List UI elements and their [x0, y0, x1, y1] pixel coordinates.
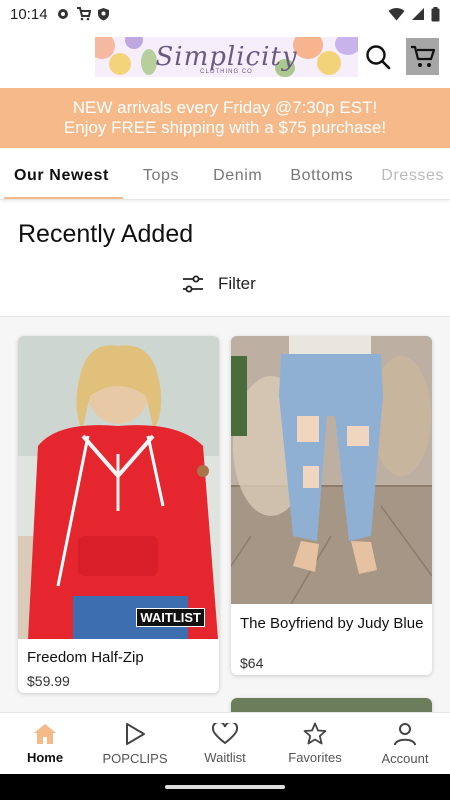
product-card-boyfriend-judy-blue[interactable]: The Boyfriend by Judy Blue $64 [231, 336, 432, 675]
nav-waitlist-label: Waitlist [204, 749, 246, 765]
product-price: $64 [240, 655, 264, 671]
filter-button[interactable]: Filter [182, 270, 256, 298]
star-icon [303, 722, 327, 745]
product-price: $59.99 [27, 673, 70, 689]
brand-logo-text: Simplicity [155, 42, 298, 72]
product-photo-distressed-jeans [231, 336, 432, 604]
bottom-navigation: Home POPCLIPS Waitlist Favorites Account [0, 712, 450, 774]
promo-line-2: Enjoy FREE shipping with a $75 purchase! [63, 118, 387, 137]
wifi-icon [388, 7, 405, 21]
promo-banner[interactable]: NEW arrivals every Friday @7:30p EST! En… [0, 88, 450, 148]
settings-gear-icon [57, 9, 68, 19]
home-icon [34, 723, 56, 744]
nav-account-label: Account [381, 750, 429, 766]
tab-bottoms[interactable]: Bottoms [276, 152, 367, 199]
tab-our-newest[interactable]: Our Newest [0, 152, 123, 199]
brand-logo-subtext: CLOTHING CO [200, 69, 253, 75]
nav-account[interactable]: Account [360, 713, 450, 774]
filter-label: Filter [218, 274, 256, 293]
shopping-cart-status-icon [76, 7, 91, 21]
nav-popclips-label: POPCLIPS [102, 750, 168, 766]
promo-line-1: NEW arrivals every Friday @7:30p EST! [72, 98, 378, 117]
tab-denim[interactable]: Denim [199, 152, 276, 199]
battery-icon [431, 6, 440, 21]
product-image[interactable] [231, 336, 432, 604]
search-icon [366, 45, 391, 70]
cart-icon [410, 45, 435, 67]
play-icon [126, 722, 145, 745]
product-image[interactable] [18, 336, 219, 639]
category-tabs: Our Newest Tops Denim Bottoms Dresses [0, 152, 450, 200]
system-navigation-bar [0, 774, 450, 800]
filter-sliders-icon [183, 275, 203, 293]
section-title: Recently Added [18, 220, 194, 248]
heart-icon [212, 722, 238, 744]
tab-tops[interactable]: Tops [123, 152, 199, 199]
app-header: Simplicity CLOTHING CO [0, 28, 450, 88]
product-photo-red-hoodie [18, 336, 219, 639]
product-name[interactable]: Freedom Half-Zip [27, 650, 144, 666]
waitlist-badge: WAITLIST [136, 608, 205, 627]
brand-logo[interactable]: Simplicity CLOTHING CO [95, 37, 358, 77]
product-card-freedom-half-zip[interactable]: WAITLIST Freedom Half-Zip $59.99 [18, 336, 219, 693]
cell-signal-icon [412, 8, 424, 20]
shield-status-icon [97, 8, 109, 21]
tab-dresses[interactable]: Dresses [367, 152, 450, 199]
product-name[interactable]: The Boyfriend by Judy Blue [240, 616, 426, 632]
nav-favorites[interactable]: Favorites [270, 713, 360, 774]
gesture-home-handle[interactable] [165, 785, 285, 789]
search-button[interactable] [364, 43, 392, 71]
status-bar: 10:14 [0, 0, 450, 28]
account-icon [394, 722, 416, 745]
nav-home[interactable]: Home [0, 713, 90, 774]
cart-button[interactable] [406, 38, 439, 75]
nav-home-label: Home [26, 749, 64, 765]
nav-popclips[interactable]: POPCLIPS [90, 713, 180, 774]
nav-favorites-label: Favorites [288, 750, 342, 765]
nav-waitlist[interactable]: Waitlist [180, 713, 270, 774]
status-time: 10:14 [10, 5, 48, 23]
